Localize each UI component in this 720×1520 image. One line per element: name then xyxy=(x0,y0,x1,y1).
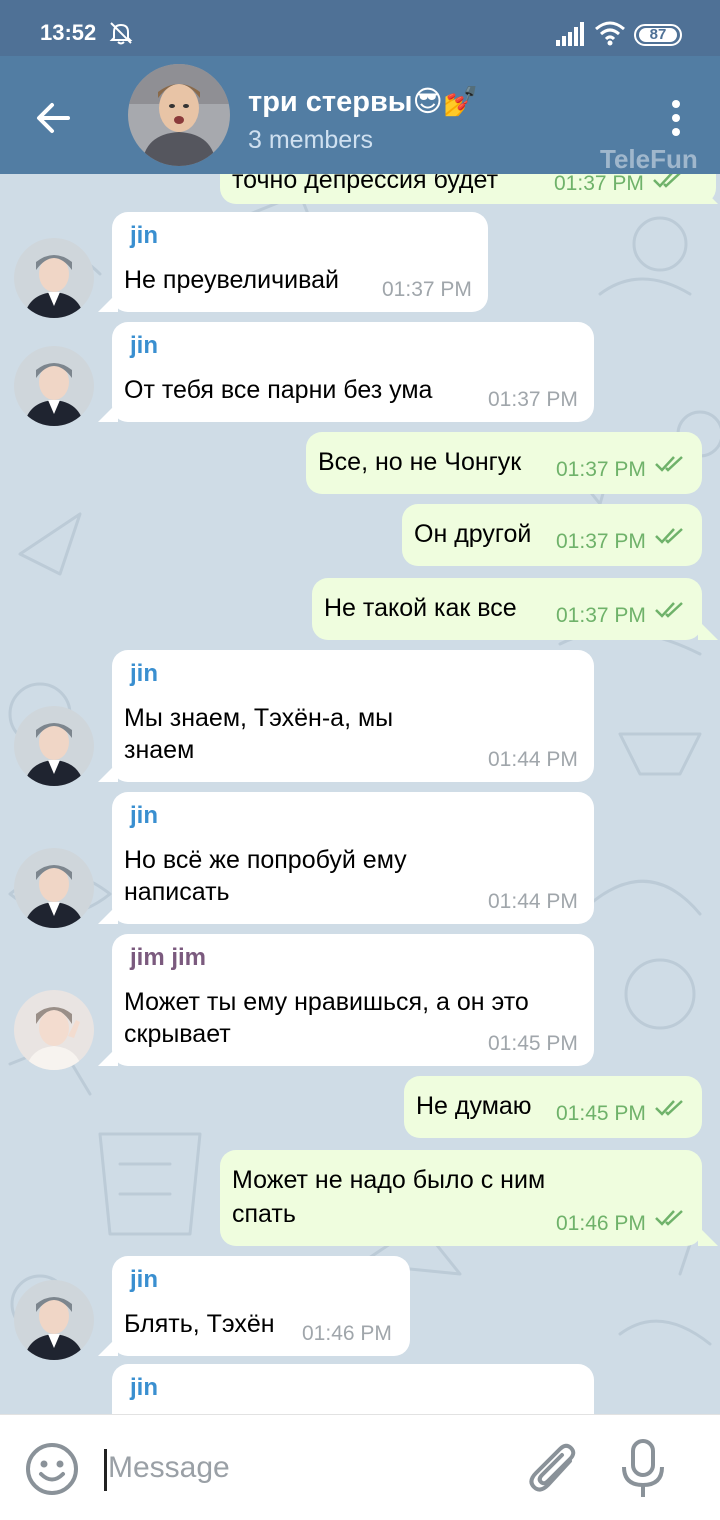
message-time: 01:37 PM xyxy=(556,458,646,481)
message-bubble-out[interactable]: Не думаю 01:45 PM xyxy=(404,1076,702,1138)
message-text: Блять, Тэхён xyxy=(124,1310,275,1338)
message-text: Не преувеличивай xyxy=(124,266,339,294)
message-bubble-in[interactable]: jin От тебя все парни без ума 01:37 PM xyxy=(112,322,594,422)
message-sender[interactable]: jin xyxy=(130,1372,158,1404)
message-text: Не думаю xyxy=(416,1092,532,1120)
message-text-line2: знаем xyxy=(124,736,195,764)
message-list[interactable]: точно депрессия будет 01:37 PM jin Не пр… xyxy=(0,174,720,1414)
message-text: От тебя все парни без ума xyxy=(124,376,433,404)
bubble-tail xyxy=(698,1226,718,1246)
read-double-check-icon xyxy=(655,1100,683,1116)
message-time: 01:44 PM xyxy=(488,890,578,913)
message-text-line2: скрывает xyxy=(124,1020,231,1048)
read-double-check-icon xyxy=(655,602,683,618)
wifi-icon xyxy=(595,21,625,46)
read-double-check-icon xyxy=(655,456,683,472)
message-bubble-out[interactable]: Все, но не Чонгук 01:37 PM xyxy=(306,432,702,494)
more-vertical-icon[interactable] xyxy=(660,94,692,142)
status-bar: 13:52 87 xyxy=(0,0,720,56)
message-bubble-in[interactable]: jin Но всё же попробуй ему написать 01:4… xyxy=(112,792,594,924)
message-time: 01:46 PM xyxy=(556,1212,646,1235)
message-bubble-out[interactable]: Может не надо было с ним спать 01:46 PM xyxy=(220,1150,702,1246)
emoji-icon[interactable] xyxy=(24,1441,80,1497)
message-bubble-in[interactable]: jin xyxy=(112,1364,594,1414)
message-time: 01:45 PM xyxy=(488,1032,578,1055)
read-double-check-icon xyxy=(655,1210,683,1226)
message-time: 01:45 PM xyxy=(556,1102,646,1125)
message-time: 01:37 PM xyxy=(488,388,578,411)
message-bubble-in[interactable]: jin Мы знаем, Тэхён-а, мы знаем 01:44 PM xyxy=(112,650,594,782)
message-time: 01:37 PM xyxy=(556,530,646,553)
message-sender[interactable]: jin xyxy=(130,1264,158,1296)
message-time: 01:44 PM xyxy=(488,748,578,771)
message-sender[interactable]: jin xyxy=(130,800,158,832)
message-bubble-in[interactable]: jin Блять, Тэхён 01:46 PM xyxy=(112,1256,410,1356)
read-double-check-icon xyxy=(653,174,681,188)
message-sender[interactable]: jin xyxy=(130,658,158,690)
signal-icon xyxy=(556,22,584,46)
message-text-line1: Мы знаем, Тэхён-а, мы xyxy=(124,704,394,732)
avatar-jin[interactable] xyxy=(14,848,94,928)
battery-icon: 87 xyxy=(634,24,682,46)
avatar-jin[interactable] xyxy=(14,238,94,318)
bubble-tail xyxy=(698,184,718,204)
chat-members-count: 3 members xyxy=(248,126,374,154)
watermark: TeleFun xyxy=(600,144,698,174)
message-text-line2: написать xyxy=(124,878,230,906)
message-sender[interactable]: jin xyxy=(130,220,158,252)
message-text-line2: спать xyxy=(232,1200,296,1228)
back-arrow-icon[interactable] xyxy=(30,94,78,142)
mute-bell-icon xyxy=(109,22,133,45)
avatar-jin[interactable] xyxy=(14,346,94,426)
read-double-check-icon xyxy=(655,528,683,544)
avatar-jin[interactable] xyxy=(14,1280,94,1360)
microphone-icon[interactable] xyxy=(616,1437,670,1501)
message-time: 01:46 PM xyxy=(302,1322,392,1345)
message-time: 01:37 PM xyxy=(554,174,644,195)
avatar-jim-jim[interactable] xyxy=(14,990,94,1070)
message-composer: Message xyxy=(0,1414,720,1520)
message-text: Не такой как все xyxy=(324,594,517,622)
message-text-line1: Может не надо было с ним xyxy=(232,1166,546,1194)
message-text-line1: Может ты ему нравишься, а он это xyxy=(124,988,529,1016)
message-bubble-out[interactable]: точно депрессия будет 01:37 PM xyxy=(220,174,716,204)
message-input[interactable]: Message xyxy=(108,1451,230,1485)
message-bubble-out[interactable]: Он другой 01:37 PM xyxy=(402,504,702,566)
bubble-tail xyxy=(698,620,718,640)
battery-level: 87 xyxy=(639,27,677,42)
message-sender[interactable]: jin xyxy=(130,330,158,362)
avatar-jin[interactable] xyxy=(14,706,94,786)
status-time: 13:52 xyxy=(40,20,97,45)
message-bubble-out[interactable]: Не такой как все 01:37 PM xyxy=(312,578,702,640)
attach-paperclip-icon[interactable] xyxy=(526,1439,582,1499)
message-sender[interactable]: jim jim xyxy=(130,942,206,974)
message-bubble-in[interactable]: jim jim Может ты ему нравишься, а он это… xyxy=(112,934,594,1066)
message-text: точно депрессия будет xyxy=(232,174,499,194)
message-text: Он другой xyxy=(414,520,532,548)
message-time: 01:37 PM xyxy=(382,278,472,301)
message-time: 01:37 PM xyxy=(556,604,646,627)
group-avatar[interactable] xyxy=(128,64,230,166)
message-bubble-in[interactable]: jin Не преувеличивай 01:37 PM xyxy=(112,212,488,312)
message-text-line1: Но всё же попробуй ему xyxy=(124,846,407,874)
text-cursor xyxy=(104,1449,107,1491)
chat-title[interactable]: три стервы😎💅 xyxy=(248,84,479,119)
message-text: Все, но не Чонгук xyxy=(318,448,522,476)
